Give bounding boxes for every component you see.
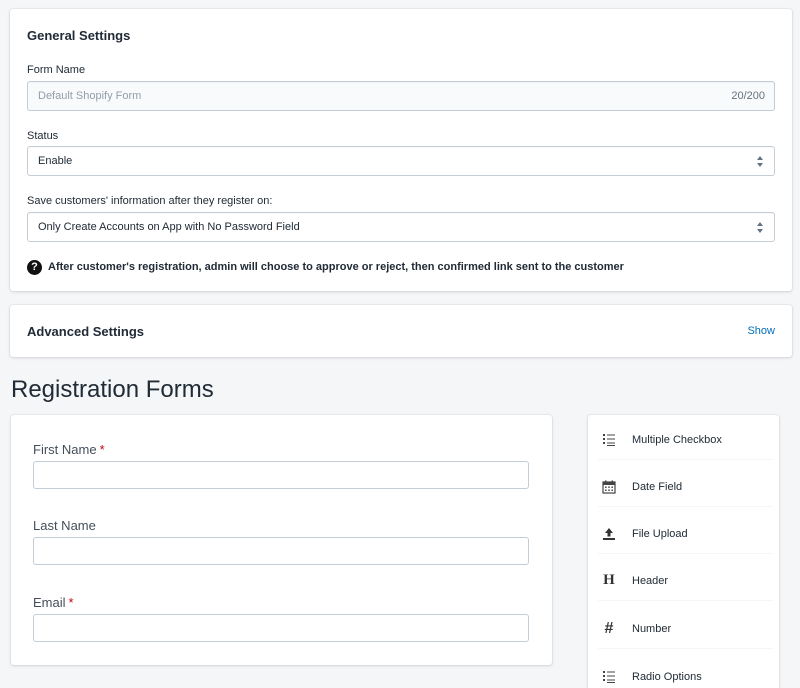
required-marker: * (68, 595, 74, 610)
palette-item-label: Header (632, 574, 669, 587)
palette-item-radio-options[interactable]: Radio Options (598, 657, 773, 688)
palette-item-label: Number (632, 622, 672, 635)
info-note-text: After customer's registration, admin wil… (48, 261, 624, 273)
palette-item-file-upload[interactable]: File Upload (598, 514, 773, 554)
palette-item-label: Multiple Checkbox (632, 433, 722, 446)
registration-form-preview: First Name * Last Name Email * (11, 415, 552, 665)
last-name-label: Last Name (33, 518, 99, 533)
status-select[interactable]: Enable (27, 146, 775, 176)
upload-icon (598, 523, 620, 545)
advanced-settings-card: Advanced Settings Show (10, 305, 792, 357)
hash-icon: # (604, 619, 614, 637)
email-label-text: Email (33, 595, 66, 610)
palette-item-label: Date Field (632, 480, 683, 493)
calendar-icon (598, 476, 620, 498)
list-icon (598, 429, 620, 451)
form-name-label: Form Name (27, 64, 86, 76)
email-input[interactable] (33, 614, 529, 642)
first-name-input[interactable] (33, 461, 529, 489)
last-name-label-text: Last Name (33, 518, 96, 533)
form-name-counter: 20/200 (731, 90, 765, 102)
field-palette: Multiple Checkbox Date Field File Upload… (588, 415, 779, 688)
last-name-input[interactable] (33, 537, 529, 565)
general-settings-title: General Settings (27, 28, 131, 43)
palette-item-header[interactable]: H Header (598, 561, 773, 601)
page-title: Registration Forms (11, 376, 214, 403)
question-circle-icon: ? (27, 259, 42, 275)
general-settings-card: General Settings Form Name Default Shopi… (10, 9, 792, 291)
palette-item-number[interactable]: # Number (598, 609, 773, 649)
select-arrows-icon (757, 222, 763, 233)
show-advanced-link[interactable]: Show (747, 325, 775, 337)
header-icon: H (603, 572, 615, 588)
palette-item-multiple-checkbox[interactable]: Multiple Checkbox (598, 420, 773, 460)
select-arrows-icon (757, 156, 763, 167)
form-name-value: Default Shopify Form (38, 90, 142, 102)
advanced-settings-title: Advanced Settings (27, 324, 145, 339)
save-info-select[interactable]: Only Create Accounts on App with No Pass… (27, 212, 775, 242)
first-name-label-text: First Name (33, 442, 97, 457)
required-marker: * (99, 442, 105, 457)
status-label: Status (27, 130, 59, 142)
status-value: Enable (38, 155, 73, 167)
form-name-field[interactable]: Default Shopify Form 20/200 (27, 81, 775, 111)
palette-item-label: File Upload (632, 527, 688, 540)
first-name-label: First Name * (33, 442, 105, 457)
palette-item-date-field[interactable]: Date Field (598, 467, 773, 507)
save-info-label: Save customers' information after they r… (27, 195, 273, 207)
email-label: Email * (33, 595, 74, 610)
save-info-value: Only Create Accounts on App with No Pass… (38, 221, 300, 233)
list-icon (598, 666, 620, 688)
info-note: ? After customer's registration, admin w… (27, 259, 624, 275)
palette-item-label: Radio Options (632, 670, 702, 683)
